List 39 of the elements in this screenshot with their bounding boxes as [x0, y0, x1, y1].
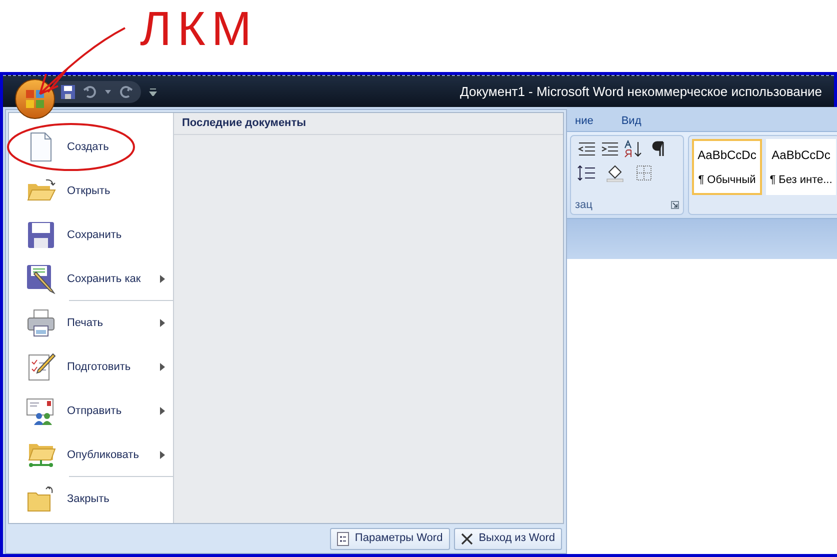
- printer-icon: [26, 308, 56, 338]
- menu-item[interactable]: Создать: [9, 125, 173, 169]
- menu-item[interactable]: Сохранить как: [9, 257, 173, 301]
- submenu-arrow-icon: [160, 451, 165, 459]
- handwritten-annotation: ЛКМ: [140, 6, 258, 54]
- caret-icon[interactable]: [105, 90, 111, 94]
- footer-button[interactable]: Параметры Word: [330, 528, 450, 550]
- ribbon-tab[interactable]: ние: [575, 112, 594, 129]
- customize-caret-icon[interactable]: [149, 88, 157, 96]
- options-icon: [336, 532, 349, 546]
- close-icon: [460, 532, 473, 544]
- recent-documents-heading: Последние документы: [182, 116, 306, 132]
- decrease-indent-icon[interactable]: [577, 140, 597, 158]
- office-logo-icon: [25, 89, 45, 109]
- floppy-pencil-icon: [26, 264, 56, 294]
- group-label: зац: [575, 198, 592, 212]
- submenu-arrow-icon: [160, 275, 165, 283]
- blank-page-icon: [30, 132, 52, 162]
- redo-icon[interactable]: [119, 84, 133, 98]
- menu-item[interactable]: Открыть: [9, 169, 173, 213]
- ribbon-tab[interactable]: Вид: [621, 112, 642, 129]
- menu-item[interactable]: Отправить: [9, 389, 173, 433]
- style-preset[interactable]: AaBbCcDc ¶ Обычный: [692, 139, 762, 195]
- footer-button[interactable]: Выход из Word: [454, 528, 562, 550]
- increase-indent-icon[interactable]: [600, 140, 620, 158]
- menu-item[interactable]: Опубликовать: [9, 433, 173, 477]
- menu-item[interactable]: Сохранить: [9, 213, 173, 257]
- submenu-arrow-icon: [160, 407, 165, 415]
- submenu-arrow-icon: [160, 319, 165, 327]
- menu-item[interactable]: Закрыть: [9, 477, 173, 521]
- undo-icon[interactable]: [83, 84, 97, 98]
- menu-item[interactable]: Подготовить: [9, 345, 173, 389]
- menu-item[interactable]: Печать: [9, 301, 173, 345]
- dialog-launcher-icon[interactable]: [671, 200, 679, 209]
- save-icon[interactable]: [61, 84, 75, 98]
- submenu-arrow-icon: [160, 363, 165, 371]
- window-title: Документ1 - Microsoft Word некоммерческое использование: [460, 82, 822, 101]
- document-pencil-icon: [26, 352, 56, 382]
- style-preset[interactable]: AaBbCcDc ¶ Без инте...: [766, 139, 836, 195]
